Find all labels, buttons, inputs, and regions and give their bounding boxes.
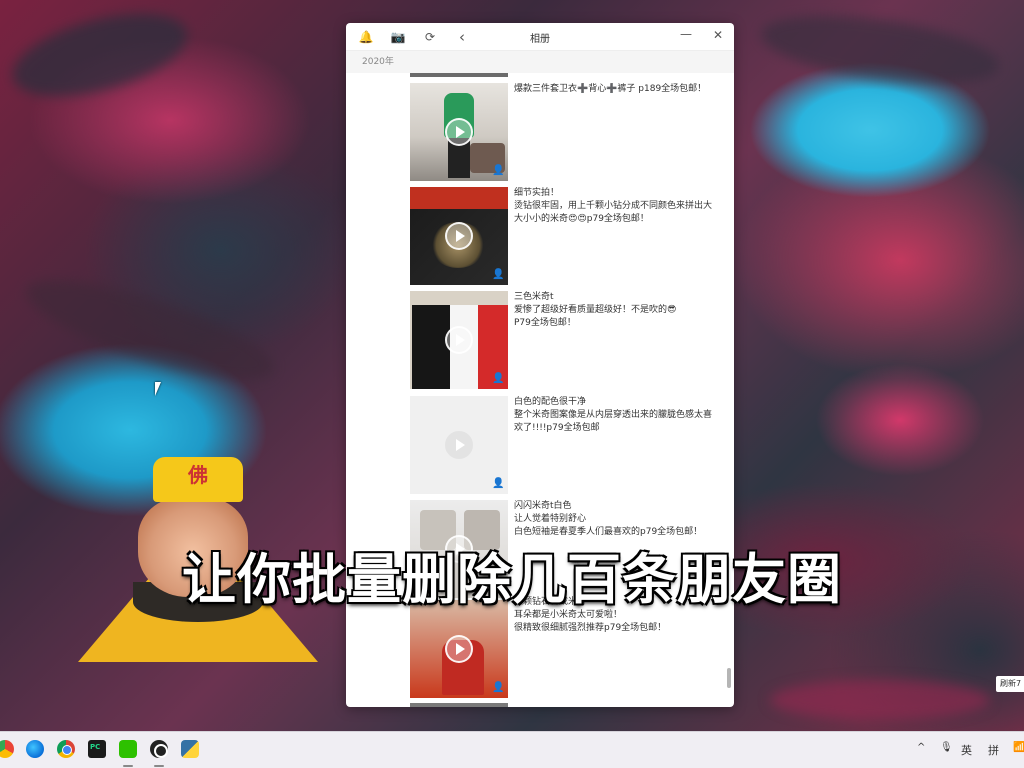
person-icon: 👤 [492, 682, 505, 693]
video-thumbnail[interactable]: 👤 [410, 187, 508, 285]
minimize-icon[interactable]: — [678, 27, 694, 45]
play-icon[interactable] [445, 635, 473, 663]
play-icon[interactable] [445, 222, 473, 250]
close-icon[interactable]: ✕ [710, 28, 726, 44]
scrollbar-thumb[interactable] [727, 668, 731, 688]
post-text: 白色的配色很干净 整个米奇图案像是从内层穿透出来的朦胧色感太喜欢了!!!!p79… [514, 397, 713, 433]
ime-mode[interactable]: 拼 [988, 742, 999, 758]
post-text: 三色米奇t 爱惨了超级好看质量超级好！不是吹的😎 P79全场包邮！ [514, 292, 677, 328]
person-icon: 👤 [492, 373, 505, 384]
year-header: 2020年 [346, 51, 734, 73]
video-thumbnail[interactable]: 👤 [410, 83, 508, 181]
post-text: 闪闪米奇t白色 让人觉着特别舒心 白色短袖是春夏季人们最喜欢的p79全场包邮！ [514, 501, 703, 537]
video-caption: 让你批量删除几百条朋友圈 [182, 548, 842, 611]
video-thumbnail[interactable]: 👤 [410, 600, 508, 698]
sticker-hat-text: 佛 [188, 463, 208, 487]
mouse-cursor-icon [155, 382, 161, 396]
chrome-icon[interactable] [0, 740, 14, 758]
wechat-icon[interactable] [119, 740, 137, 758]
side-tooltip[interactable]: 刷新7 [996, 676, 1024, 692]
person-icon: 👤 [492, 478, 505, 489]
play-icon[interactable] [445, 431, 473, 459]
play-icon[interactable] [445, 118, 473, 146]
pycharm-icon[interactable] [88, 740, 106, 758]
tray-chevron-icon[interactable]: ^ [917, 742, 925, 753]
person-icon: 👤 [492, 165, 505, 176]
microphone-icon[interactable]: 🎙 [940, 742, 953, 753]
window-title: 相册 [530, 34, 550, 45]
python-icon[interactable] [181, 740, 199, 758]
edge-icon[interactable] [26, 740, 44, 758]
wallpaper-decor [17, 261, 283, 399]
title-bar: 🔔 📷 ⟳ ‹ 相册 — ✕ [346, 23, 734, 51]
post-thumbnail-partial[interactable] [410, 703, 508, 707]
wifi-icon[interactable]: 📶 [1013, 742, 1024, 753]
post-thumbnail-partial[interactable] [410, 73, 508, 77]
taskbar: ^ 🎙 英 拼 📶 [0, 731, 1024, 768]
play-icon[interactable] [445, 326, 473, 354]
ime-language[interactable]: 英 [961, 742, 972, 758]
obs-icon[interactable] [150, 740, 168, 758]
person-icon: 👤 [492, 269, 505, 280]
active-indicator [123, 765, 133, 767]
wallpaper-decor [770, 680, 990, 720]
post-text: 爆款三件套卫衣➕背心➕裤子 p189全场包邮！ [514, 84, 707, 94]
wallpaper-decor [756, 3, 1004, 97]
chrome-icon[interactable] [57, 740, 75, 758]
video-thumbnail[interactable]: 👤 [410, 291, 508, 389]
post-text: 细节实拍！ 烫钻很牢固，用上千颗小钻分成不同颜色来拼出大大小小的米奇😍😍p79全… [514, 188, 713, 224]
video-thumbnail[interactable]: 👤 [410, 396, 508, 494]
wallpaper-decor [4, 0, 196, 113]
active-indicator [154, 765, 164, 767]
